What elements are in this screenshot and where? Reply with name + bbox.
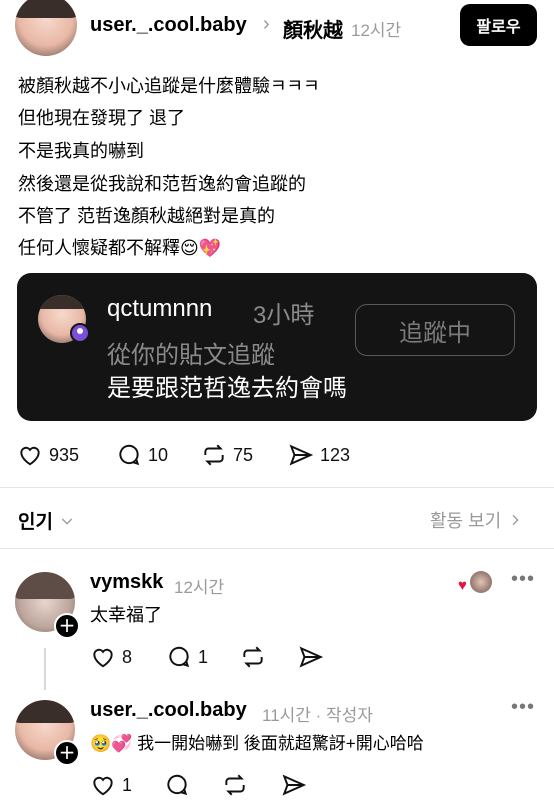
send-icon xyxy=(289,444,314,466)
follow-plus-icon[interactable]: + xyxy=(54,740,80,766)
post-time: 12시간 xyxy=(351,21,402,40)
post-text-line-last: 任何人懷疑都不解釋😌💖 xyxy=(18,236,221,260)
more-options-icon[interactable]: ••• xyxy=(511,568,535,591)
comment-button[interactable]: 10 xyxy=(116,442,168,468)
divider xyxy=(0,487,554,488)
send-icon xyxy=(299,646,324,668)
reply-like-count: 8 xyxy=(122,646,133,667)
follow-plus-icon[interactable]: + xyxy=(54,613,80,639)
author-username[interactable]: user._.cool.baby xyxy=(90,14,247,37)
sort-label: 인기 xyxy=(18,512,53,533)
repost-icon xyxy=(243,646,263,668)
emoji-group: 🥹💞 xyxy=(90,734,133,753)
thread-connector xyxy=(44,648,46,690)
reply-repost-button[interactable] xyxy=(240,644,266,670)
heart-icon xyxy=(93,776,113,796)
share-count: 123 xyxy=(320,444,351,465)
reply-time: 12시간 xyxy=(174,578,225,597)
following-button[interactable]: 追蹤中 xyxy=(355,304,515,356)
reply-like-button[interactable]: 8 xyxy=(90,644,132,670)
sort-dropdown[interactable]: 인기 xyxy=(18,507,75,534)
reply-username[interactable]: vymskk xyxy=(90,571,163,594)
quoted-notification-card[interactable]: qctumnnn 3小時 從你的貼文追蹤 是要跟范哲逸去約會嗎 追蹤中 xyxy=(17,273,537,421)
reply-repost-button[interactable] xyxy=(222,772,248,798)
comment-count: 10 xyxy=(148,444,169,465)
topic-link[interactable]: 顏秋越 xyxy=(283,14,343,43)
reply-username[interactable]: user._.cool.baby xyxy=(90,699,247,722)
quoted-username[interactable]: qctumnnn xyxy=(107,295,212,323)
repost-icon xyxy=(225,774,245,796)
post-text-line: 然後還是從我說和范哲逸約會追蹤的 xyxy=(18,174,306,194)
post-text-line: 不管了 范哲逸顏秋越絕對是真的 xyxy=(18,206,275,226)
post-text-line: 被顏秋越不小心追蹤是什麼體驗ㅋㅋㅋ xyxy=(18,76,320,96)
more-options-icon[interactable]: ••• xyxy=(511,696,535,719)
view-activity-link[interactable]: 활동 보기 xyxy=(430,507,523,533)
reply-text: 我一開始嚇到 後面就超驚訝+開心哈哈 xyxy=(137,734,424,753)
quoted-message: 是要跟范哲逸去約會嗎 xyxy=(107,375,347,402)
chevron-right-icon: › xyxy=(263,13,270,35)
emoji-group: 😌💖 xyxy=(180,238,222,258)
author-mini-avatar xyxy=(470,571,492,593)
comment-icon xyxy=(167,774,188,796)
chevron-down-icon xyxy=(61,518,73,525)
post-text-line: 不是我真的嚇到 xyxy=(18,141,144,161)
reply-text-line: 🥹💞 我一開始嚇到 後面就超驚訝+開心哈哈 xyxy=(90,732,424,756)
comment-icon xyxy=(119,444,140,466)
divider xyxy=(0,548,554,549)
repost-button[interactable]: 75 xyxy=(201,442,253,468)
reply-share-button[interactable] xyxy=(281,772,307,798)
quoted-subtitle: 從你的貼文追蹤 xyxy=(107,342,275,369)
heart-filled-icon: ♥ xyxy=(458,577,467,594)
share-button[interactable]: 123 xyxy=(288,442,350,468)
reply-text: 太幸福了 xyxy=(90,605,162,625)
send-icon xyxy=(282,774,307,796)
reply-comment-button[interactable] xyxy=(164,772,190,798)
comment-icon xyxy=(169,646,190,668)
repost-count: 75 xyxy=(233,444,254,465)
heart-icon xyxy=(20,446,40,466)
view-activity-label: 활동 보기 xyxy=(430,511,502,531)
quoted-time: 3小時 xyxy=(253,302,315,329)
author-avatar[interactable] xyxy=(15,0,77,56)
repost-icon xyxy=(204,444,224,466)
reply-share-button[interactable] xyxy=(298,644,324,670)
reply-comment-count: 1 xyxy=(198,646,209,667)
post-text: 任何人懷疑都不解釋 xyxy=(18,238,180,258)
user-badge-icon xyxy=(70,323,90,343)
reply-like-count: 1 xyxy=(122,774,133,795)
post-text-line: 但他現在發現了 退了 xyxy=(18,108,186,128)
like-count: 935 xyxy=(49,444,80,465)
liked-by-author-indicator: ♥ xyxy=(458,571,492,595)
like-button[interactable]: 935 xyxy=(17,442,79,468)
heart-icon xyxy=(93,648,113,668)
reply-comment-button[interactable]: 1 xyxy=(166,644,208,670)
chevron-right-icon xyxy=(512,514,519,526)
reply-like-button[interactable]: 1 xyxy=(90,772,132,798)
follow-button[interactable]: 팔로우 xyxy=(460,4,537,46)
reply-time: 11시간 · 작성자 xyxy=(262,706,373,725)
